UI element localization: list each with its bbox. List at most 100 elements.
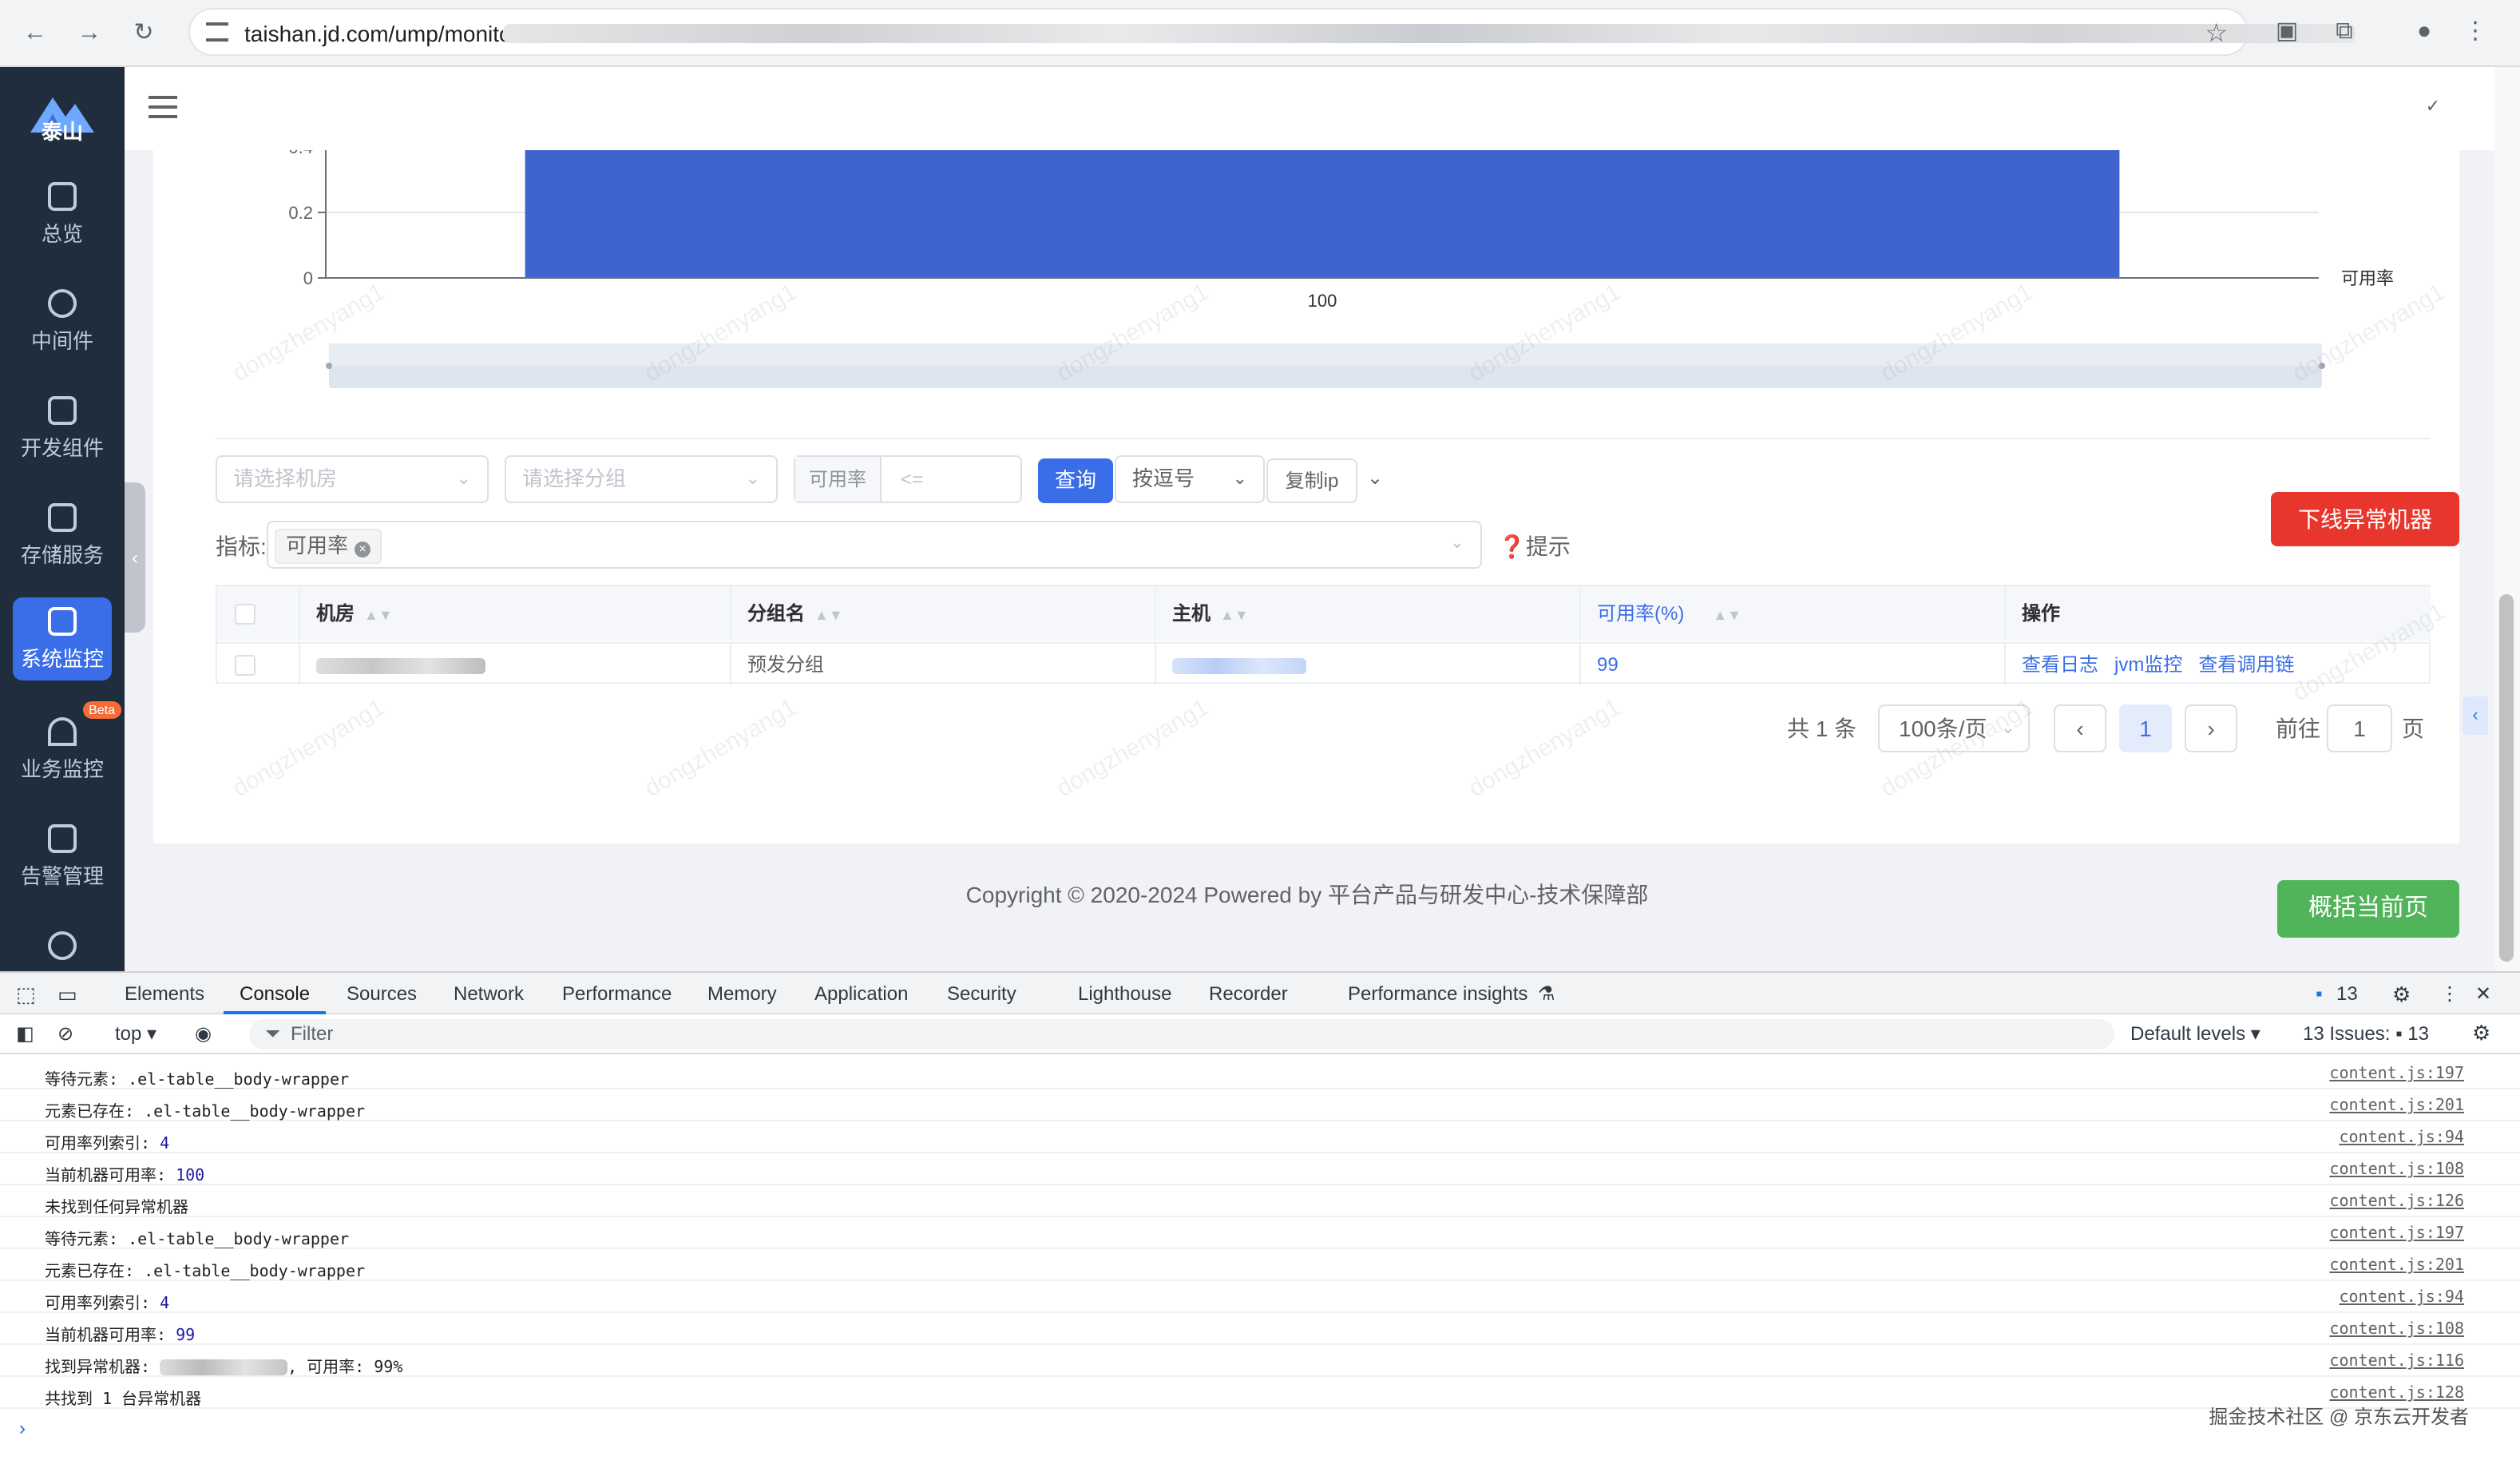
- log-source-link[interactable]: content.js:108: [2329, 1321, 2464, 1339]
- query-button[interactable]: 查询: [1038, 458, 1113, 503]
- forward-icon[interactable]: →: [70, 14, 109, 53]
- tab-network[interactable]: Network: [454, 982, 524, 1005]
- log-message: 未找到任何异常机器: [45, 1200, 188, 1217]
- more-dropdown-icon[interactable]: ⌄: [1367, 466, 1383, 489]
- log-source-link[interactable]: content.js:197: [2329, 1065, 2464, 1083]
- log-source-link[interactable]: content.js:108: [2329, 1161, 2464, 1179]
- eye-icon[interactable]: ◉: [195, 1022, 212, 1045]
- copy-ip-button[interactable]: 复制ip: [1266, 458, 1357, 503]
- view-trace-link[interactable]: 查看调用链: [2198, 653, 2294, 676]
- close-devtools-icon[interactable]: ✕: [2475, 982, 2491, 1005]
- tab-memory[interactable]: Memory: [707, 982, 777, 1005]
- settings-gear-icon[interactable]: ⚙: [2392, 982, 2411, 1008]
- sidebar-item-middleware[interactable]: 中间件: [13, 280, 112, 363]
- collapse-sidebar-toggle[interactable]: ‹: [125, 482, 145, 633]
- page-1-button[interactable]: 1: [2119, 704, 2172, 752]
- menu-toggle-icon[interactable]: [149, 96, 177, 118]
- address-bar[interactable]: taishan.jd.com/ump/monitor/ho ☆: [188, 8, 2356, 56]
- close-icon[interactable]: ×: [355, 542, 371, 557]
- cell-group: 预发分组: [731, 642, 1156, 685]
- device-toggle-icon[interactable]: ▭: [57, 982, 77, 1008]
- view-log-link[interactable]: 查看日志: [2022, 653, 2098, 676]
- check-icon[interactable]: ✓: [2426, 96, 2440, 117]
- metric-select[interactable]: 可用率 × ⌄: [267, 521, 1482, 569]
- console-settings-icon[interactable]: ⚙: [2472, 1021, 2490, 1046]
- puzzle-icon[interactable]: ⧉: [2328, 16, 2360, 48]
- issues-label: 13 Issues:: [2303, 1022, 2391, 1045]
- offline-abnormal-button[interactable]: 下线异常机器: [2271, 492, 2459, 546]
- console-log-row: 元素已存在: .el-table__body-wrapper content.js…: [0, 1089, 2520, 1121]
- tab-console[interactable]: Console: [240, 982, 310, 1005]
- column-header-room[interactable]: 机房 ▲▼: [300, 586, 731, 641]
- filter-icon: ⏷: [265, 1022, 281, 1045]
- jvm-monitor-link[interactable]: jvm监控: [2114, 653, 2182, 676]
- context-select[interactable]: top ▾: [115, 1022, 157, 1045]
- clear-console-icon[interactable]: ⊘: [57, 1022, 73, 1045]
- issues-button[interactable]: 13 Issues: ▪ 13: [2303, 1022, 2429, 1045]
- cell-rate: 99: [1581, 642, 2006, 685]
- hint-link[interactable]: ❓提示: [1498, 530, 1571, 562]
- scrollbar-thumb[interactable]: [2499, 594, 2514, 962]
- log-source-link[interactable]: content.js:128: [2329, 1385, 2464, 1403]
- sidebar-item-system-monitor[interactable]: 系统监控: [13, 597, 112, 680]
- tab-application[interactable]: Application: [814, 982, 908, 1005]
- log-source-link[interactable]: content.js:197: [2329, 1225, 2464, 1243]
- split-select[interactable]: 按逗号 ⌄: [1115, 455, 1265, 503]
- more-menu-icon[interactable]: ⋮: [2459, 16, 2491, 48]
- row-checkbox[interactable]: [235, 655, 256, 676]
- sidebar-item-more[interactable]: [13, 922, 112, 971]
- log-source-link[interactable]: content.js:116: [2329, 1353, 2464, 1371]
- console-filter-input[interactable]: ⏷ Filter: [249, 1019, 2114, 1049]
- log-source-link[interactable]: content.js:126: [2329, 1193, 2464, 1211]
- goto-page-input[interactable]: 1: [2327, 704, 2392, 752]
- side-panel-toggle[interactable]: ‹: [2463, 696, 2488, 735]
- console-prompt-icon[interactable]: ›: [19, 1417, 26, 1439]
- tab-performance[interactable]: Performance: [562, 982, 672, 1005]
- column-header-actions: 操作: [2006, 586, 2431, 641]
- summarize-page-button[interactable]: 概括当前页: [2277, 880, 2459, 938]
- select-all-checkbox[interactable]: [235, 604, 256, 625]
- tab-recorder[interactable]: Recorder: [1209, 982, 1288, 1005]
- sort-icon[interactable]: ▲▼: [1713, 588, 1741, 642]
- sidebar-item-business-monitor[interactable]: Beta 业务监控: [13, 701, 121, 791]
- log-source-link[interactable]: content.js:201: [2329, 1257, 2464, 1275]
- inspect-icon[interactable]: ⬚: [16, 982, 36, 1008]
- tab-elements[interactable]: Elements: [125, 982, 204, 1005]
- extension-icon[interactable]: ▣: [2271, 16, 2303, 48]
- page-scrollbar[interactable]: [2494, 67, 2520, 971]
- column-header-host[interactable]: 主机 ▲▼: [1156, 586, 1581, 641]
- message-count[interactable]: 13: [2336, 982, 2358, 1005]
- bookmark-star-icon[interactable]: ☆: [2205, 18, 2228, 50]
- rate-prepend-label: 可用率: [795, 457, 882, 502]
- alarm-icon: [48, 824, 77, 853]
- datazoom-handle-left[interactable]: [326, 363, 332, 369]
- reload-icon[interactable]: ↻: [125, 14, 163, 53]
- sidebar-item-dev-components[interactable]: 开发组件: [13, 387, 112, 470]
- sort-icon[interactable]: ▲▼: [364, 588, 393, 642]
- rate-input[interactable]: <=: [901, 457, 923, 502]
- column-header-rate[interactable]: 可用率(%) ▲▼: [1581, 586, 2006, 641]
- host-redacted[interactable]: [1172, 657, 1306, 674]
- column-header-group[interactable]: 分组名 ▲▼: [731, 586, 1156, 641]
- back-icon[interactable]: ←: [16, 14, 54, 53]
- tab-performance-insights[interactable]: Performance insights: [1348, 982, 1527, 1005]
- kebab-menu-icon[interactable]: ⋮: [2440, 982, 2459, 1005]
- tab-security[interactable]: Security: [947, 982, 1016, 1005]
- sidebar-toggle-icon[interactable]: ◧: [16, 1022, 34, 1045]
- log-source-link[interactable]: content.js:94: [2339, 1129, 2464, 1147]
- tab-sources[interactable]: Sources: [347, 982, 417, 1005]
- tab-lighthouse[interactable]: Lighthouse: [1078, 982, 1171, 1005]
- sort-icon[interactable]: ▲▼: [814, 588, 843, 642]
- sidebar-item-storage[interactable]: 存储服务: [13, 494, 112, 577]
- group-select[interactable]: 请选择分组 ⌄: [505, 455, 778, 503]
- sort-icon[interactable]: ▲▼: [1220, 588, 1249, 642]
- sidebar-item-overview[interactable]: 总览: [13, 173, 112, 256]
- profile-avatar-icon[interactable]: ●: [2408, 16, 2440, 48]
- site-settings-icon[interactable]: [206, 22, 228, 42]
- next-page-button[interactable]: ›: [2185, 704, 2237, 752]
- room-select[interactable]: 请选择机房 ⌄: [216, 455, 489, 503]
- levels-select[interactable]: Default levels ▾: [2130, 1022, 2260, 1045]
- log-source-link[interactable]: content.js:94: [2339, 1289, 2464, 1307]
- prev-page-button[interactable]: ‹: [2054, 704, 2106, 752]
- log-source-link[interactable]: content.js:201: [2329, 1097, 2464, 1115]
